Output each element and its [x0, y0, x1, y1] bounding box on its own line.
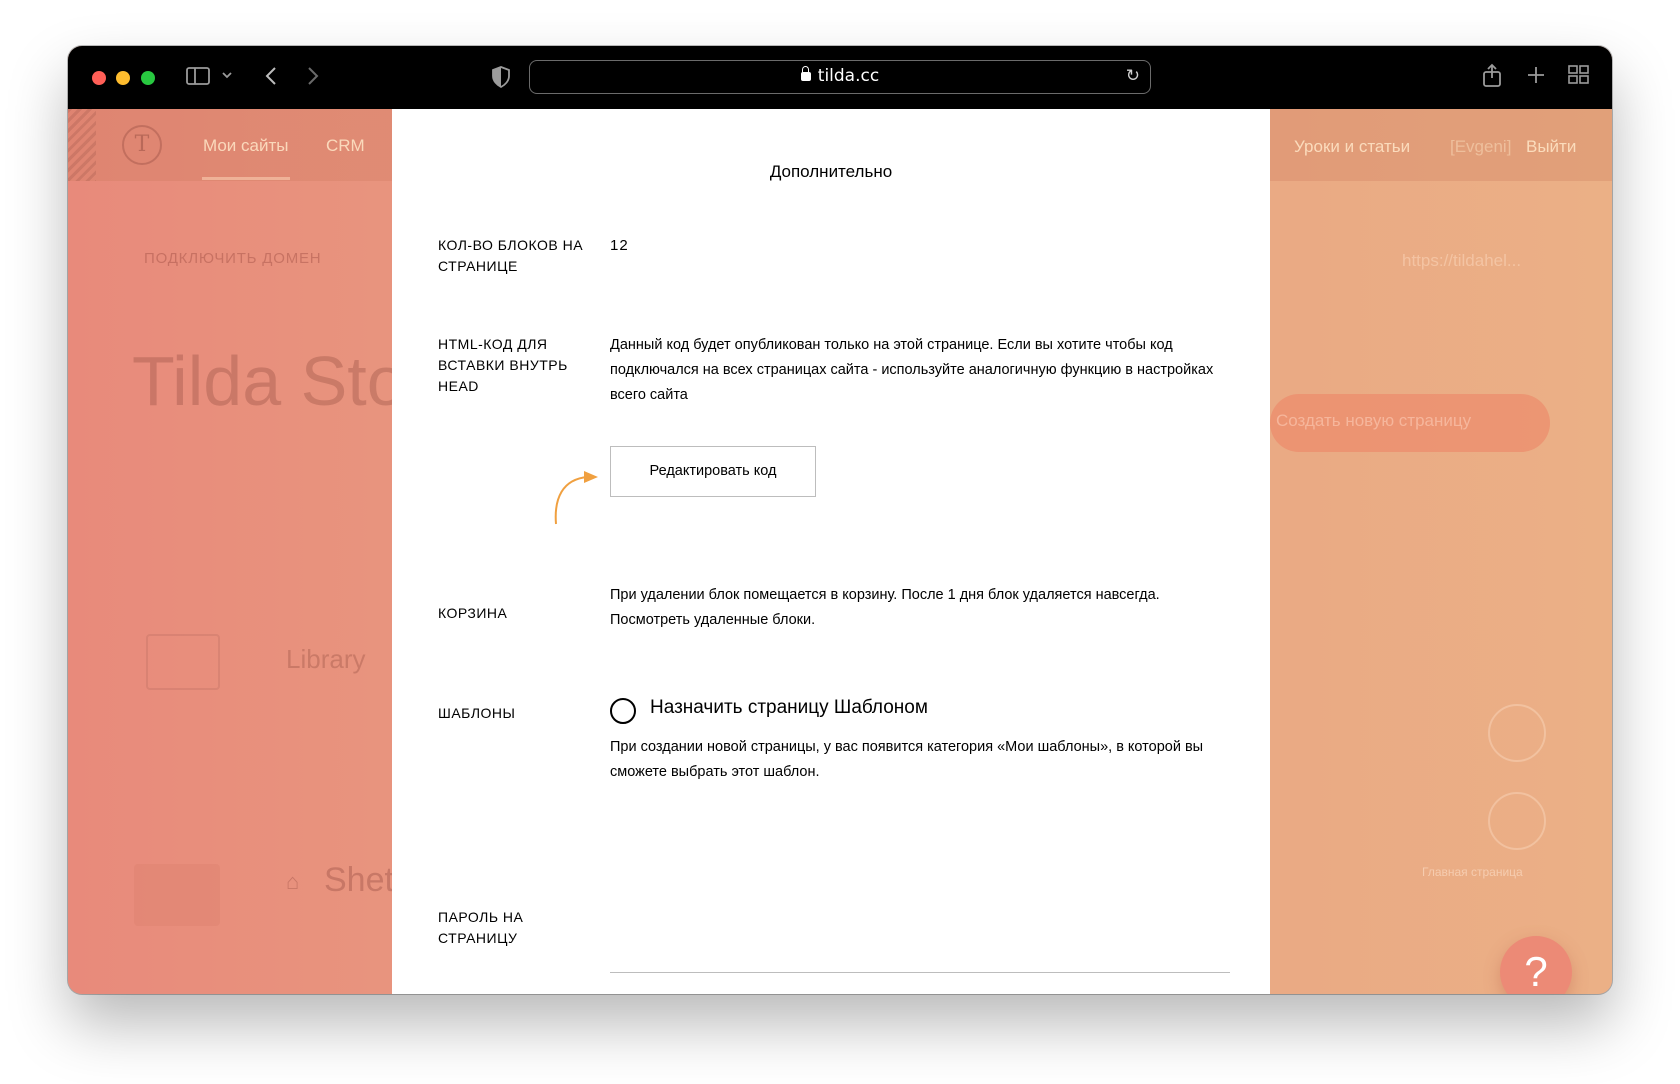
password-input[interactable] — [610, 972, 1230, 973]
help-button[interactable]: ? — [1500, 936, 1572, 994]
sidebar-toggle-icon[interactable] — [186, 66, 210, 91]
templates-label: ШАБЛОНЫ — [438, 705, 516, 721]
page-thumbnail[interactable] — [134, 864, 220, 926]
page-name[interactable]: Shet — [324, 861, 394, 900]
blocks-count-value: 12 — [610, 237, 629, 254]
browser-window: tilda.cc ↻ T Мои сайты CRM Уроки и стать… — [68, 46, 1612, 994]
blocks-count-label: КОЛ-ВО БЛОКОВ НА СТРАНИЦЕ — [438, 237, 584, 274]
share-icon[interactable] — [1482, 63, 1502, 92]
background-site: T Мои сайты CRM Уроки и статьи [Evgeni] … — [68, 109, 1612, 994]
site-title: Tilda Sto — [132, 342, 406, 420]
maximize-window-button[interactable] — [141, 71, 155, 85]
browser-titlebar: tilda.cc ↻ — [68, 46, 1612, 109]
back-icon[interactable] — [264, 66, 278, 91]
template-radio[interactable] — [610, 698, 636, 724]
reload-icon[interactable]: ↻ — [1126, 61, 1140, 92]
settings-panel: Дополнительно КОЛ-ВО БЛОКОВ НА СТРАНИЦЕ … — [392, 109, 1270, 994]
flag-icon[interactable] — [1488, 792, 1546, 850]
new-tab-icon[interactable] — [1526, 65, 1546, 90]
library-label[interactable]: Library — [286, 644, 365, 675]
tilda-logo-icon[interactable]: T — [122, 125, 162, 165]
decorative-pattern — [68, 109, 96, 181]
url-text: tilda.cc — [817, 66, 880, 86]
password-label: ПАРОЛЬ НА СТРАНИЦУ — [438, 909, 524, 946]
warning-icon[interactable] — [1488, 704, 1546, 762]
minimize-window-button[interactable] — [116, 71, 130, 85]
view-deleted-blocks-link[interactable]: Посмотреть удаленные блоки. — [610, 612, 815, 628]
home-icon: ⌂ — [286, 869, 300, 894]
head-code-description: Данный код будет опубликован только на э… — [610, 337, 1214, 403]
create-page-label: Создать новую страницу — [1276, 411, 1472, 430]
trash-description: При удалении блок помещается в корзину. … — [610, 583, 1230, 633]
trash-text: При удалении блок помещается в корзину. … — [610, 587, 1160, 603]
address-bar[interactable]: tilda.cc ↻ — [529, 60, 1151, 94]
tab-overview-icon[interactable] — [1568, 65, 1590, 90]
nav-lessons[interactable]: Уроки и статьи — [1294, 137, 1410, 157]
template-radio-label[interactable]: Назначить страницу Шаблоном — [650, 697, 928, 719]
nav-my-sites[interactable]: Мои сайты — [203, 136, 288, 156]
privacy-shield-icon[interactable] — [492, 66, 510, 93]
folder-icon — [146, 634, 220, 690]
trash-label: КОРЗИНА — [438, 605, 508, 621]
nav-user[interactable]: [Evgeni] — [1450, 137, 1511, 157]
templates-description: При создании новой страницы, у вас появи… — [610, 739, 1204, 780]
forward-icon[interactable] — [306, 66, 320, 91]
edit-code-button[interactable]: Редактировать код — [610, 446, 816, 497]
arrow-pointer-icon — [554, 471, 598, 525]
main-page-label: Главная страница — [1422, 865, 1523, 879]
nav-crm[interactable]: CRM — [326, 136, 365, 156]
chevron-down-icon[interactable] — [222, 65, 232, 90]
head-code-label: HTML-КОД ДЛЯ ВСТАВКИ ВНУТРЬ HEAD — [438, 336, 568, 394]
close-window-button[interactable] — [92, 71, 106, 85]
nav-active-indicator — [202, 177, 290, 180]
lock-icon — [800, 66, 811, 81]
connect-domain-link[interactable]: ПОДКЛЮЧИТЬ ДОМЕН — [144, 250, 321, 267]
nav-logout[interactable]: Выйти — [1526, 137, 1576, 157]
url-preview[interactable]: https://tildahel... — [1402, 251, 1521, 271]
panel-title: Дополнительно — [769, 162, 893, 181]
